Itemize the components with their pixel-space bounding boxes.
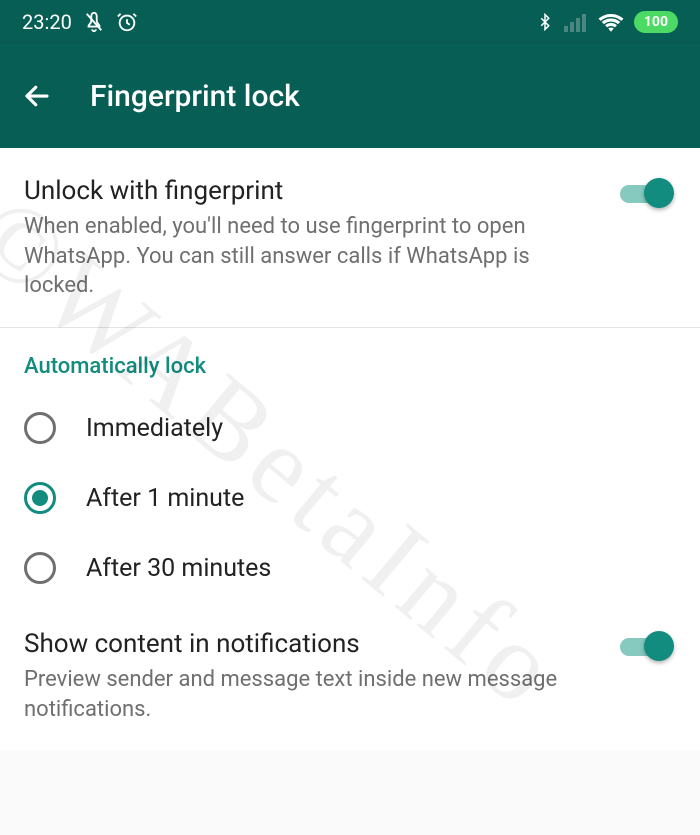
- bluetooth-icon: [536, 11, 554, 33]
- radio-label: After 1 minute: [86, 484, 244, 513]
- show-content-desc: Preview sender and message text inside n…: [24, 665, 600, 724]
- auto-lock-option[interactable]: After 1 minute: [0, 463, 700, 533]
- signal-icon: [564, 12, 588, 32]
- settings-content: Unlock with fingerprint When enabled, yo…: [0, 148, 700, 750]
- unlock-toggle[interactable]: [620, 178, 674, 208]
- show-content-row[interactable]: Show content in notifications Preview se…: [0, 603, 700, 750]
- mute-icon: [83, 11, 105, 33]
- show-content-title: Show content in notifications: [24, 629, 600, 659]
- show-content-toggle[interactable]: [620, 631, 674, 661]
- page-title: Fingerprint lock: [90, 79, 300, 114]
- radio-label: After 30 minutes: [86, 554, 271, 583]
- unlock-desc: When enabled, you'll need to use fingerp…: [24, 212, 600, 301]
- auto-lock-option[interactable]: After 30 minutes: [0, 533, 700, 603]
- unlock-fingerprint-row[interactable]: Unlock with fingerprint When enabled, yo…: [0, 148, 700, 327]
- status-left: 23:20: [22, 10, 138, 34]
- auto-lock-option[interactable]: Immediately: [0, 393, 700, 463]
- status-bar: 23:20: [0, 0, 700, 44]
- unlock-title: Unlock with fingerprint: [24, 176, 600, 206]
- status-time: 23:20: [22, 10, 72, 34]
- alarm-icon: [116, 11, 138, 33]
- auto-lock-options: Immediately After 1 minute After 30 minute…: [0, 393, 700, 603]
- radio-button[interactable]: [24, 482, 56, 514]
- back-button[interactable]: [22, 81, 52, 111]
- radio-label: Immediately: [86, 414, 223, 443]
- auto-lock-header: Automatically lock: [0, 328, 700, 393]
- battery-percent: 100: [644, 14, 668, 30]
- battery-indicator: 100: [634, 11, 678, 33]
- status-right: 100: [536, 11, 678, 33]
- radio-button[interactable]: [24, 552, 56, 584]
- wifi-icon: [598, 12, 624, 32]
- radio-button[interactable]: [24, 412, 56, 444]
- app-bar: Fingerprint lock: [0, 44, 700, 148]
